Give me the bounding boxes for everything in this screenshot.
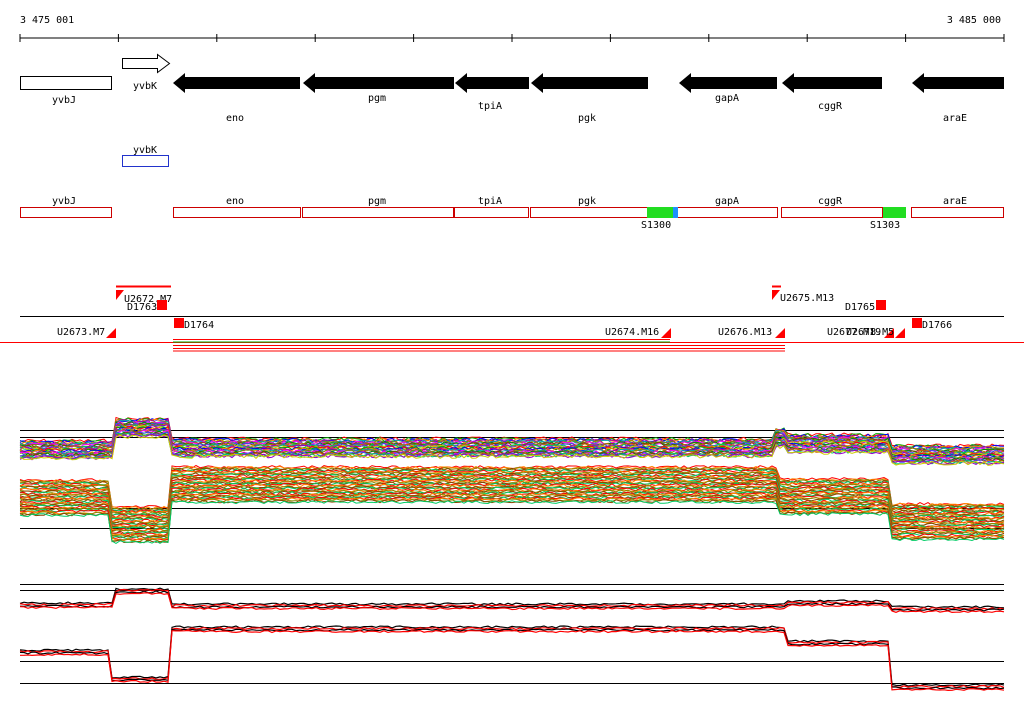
gene-label-pgk: pgk: [578, 113, 596, 124]
annotation-box-gapA[interactable]: [677, 207, 778, 218]
profile-lines: [19, 416, 1005, 544]
term-D1763-marker[interactable]: [157, 300, 167, 310]
gene-label-yvbK: yvbK: [133, 81, 157, 92]
gene-label-gapA: gapA: [715, 93, 739, 104]
tss-U2673-label: U2673.M7: [57, 327, 105, 338]
site-S1303-marker[interactable]: [883, 207, 906, 218]
transcript-track: U2673.M7 U2672.M7 D1763 D1764 U2674.M16 …: [0, 285, 1024, 352]
term-D1766-label: D1766: [922, 320, 952, 331]
gene-track: yvbJ yvbK eno pgm tpiA pgk gapA cggR ara…: [20, 53, 1004, 124]
ruler-end-label: 3 485 000: [947, 15, 1001, 26]
annotation-track: yvbJ eno pgm tpiA pgk gapA cggR araE S13…: [20, 196, 1004, 231]
gene-label-yvbJ: yvbJ: [52, 95, 76, 106]
site-S1300-accent: [673, 207, 678, 218]
gene-label-tpiA: tpiA: [478, 101, 502, 112]
gene-eno[interactable]: [173, 73, 300, 93]
gene-pgm[interactable]: [303, 73, 454, 93]
tss-U2673-marker[interactable]: [106, 328, 116, 338]
term-D1764-label: D1764: [184, 320, 214, 331]
genome-browser-canvas: 3 475 001 3 485 000 yvbJ yvbK eno pgm tp…: [0, 15, 1024, 692]
gene-pgk[interactable]: [531, 73, 648, 93]
gene-label-araE: araE: [943, 113, 967, 124]
blue-feature-label: yvbK: [133, 145, 157, 156]
tss-U2672-marker[interactable]: [116, 290, 124, 300]
blue-feature-track: yvbK: [122, 145, 169, 167]
annotation-box-cggR[interactable]: [781, 207, 883, 218]
gene-label-eno: eno: [226, 113, 244, 124]
annotation-label-pgk: pgk: [578, 196, 596, 207]
summary-line-lower: [20, 629, 1005, 692]
site-S1303-label: S1303: [870, 220, 900, 231]
gene-yvbJ[interactable]: [20, 76, 112, 90]
term-D1765-marker[interactable]: [876, 300, 886, 310]
annotation-label-pgm: pgm: [368, 196, 386, 207]
annotation-box-araE[interactable]: [911, 207, 1004, 218]
gene-yvbK[interactable]: [122, 53, 171, 74]
tss-U2678-marker[interactable]: [895, 328, 905, 338]
annotation-box-tpiA[interactable]: [454, 207, 529, 218]
gene-araE[interactable]: [912, 73, 1004, 93]
tss-U2675-marker[interactable]: [772, 290, 780, 300]
gene-label-cggR: cggR: [818, 101, 843, 112]
site-S1300-label: S1300: [641, 220, 671, 231]
transcript-long-lines: [173, 339, 785, 352]
summary-profiles-panel: [19, 584, 1005, 692]
tss-U2675-label: U2675.M13: [780, 293, 834, 304]
term-D1765-label: D1765: [845, 302, 875, 313]
term-D1764-marker[interactable]: [174, 318, 184, 328]
annotation-box-yvbJ[interactable]: [20, 207, 112, 218]
expression-profiles-panel: [19, 416, 1005, 544]
tss-U2676-marker[interactable]: [775, 328, 785, 338]
annotation-label-yvbJ: yvbJ: [52, 196, 76, 207]
profile-line-upper: [19, 417, 1005, 450]
tss-U2678-label: U2678.M5: [846, 327, 894, 338]
genome-browser-view: 3 475 001 3 485 000 yvbJ yvbK eno pgm tp…: [0, 0, 1024, 714]
gene-gapA[interactable]: [679, 73, 777, 93]
tss-U2674-marker[interactable]: [661, 328, 671, 338]
gene-tpiA[interactable]: [455, 73, 529, 93]
site-S1300-marker[interactable]: [647, 207, 673, 218]
annotation-label-araE: araE: [943, 196, 967, 207]
gene-cggR[interactable]: [782, 73, 882, 93]
annotation-label-cggR: cggR: [818, 196, 843, 207]
blue-feature-box[interactable]: [122, 155, 169, 167]
annotation-label-gapA: gapA: [715, 196, 739, 207]
tss-U2674-label: U2674.M16: [605, 327, 659, 338]
annotation-box-eno[interactable]: [173, 207, 301, 218]
summary-lines: [19, 587, 1005, 692]
term-D1763-label: D1763: [127, 302, 157, 313]
annotation-label-eno: eno: [226, 196, 244, 207]
coordinate-ruler: 3 475 001 3 485 000: [19, 15, 1005, 42]
annotation-box-pgk[interactable]: [530, 207, 648, 218]
gene-label-pgm: pgm: [368, 93, 386, 104]
annotation-label-tpiA: tpiA: [478, 196, 502, 207]
annotation-box-pgm[interactable]: [302, 207, 454, 218]
tss-U2676-label: U2676.M13: [718, 327, 772, 338]
term-D1766-marker[interactable]: [912, 318, 922, 328]
ruler-start-label: 3 475 001: [20, 15, 74, 26]
